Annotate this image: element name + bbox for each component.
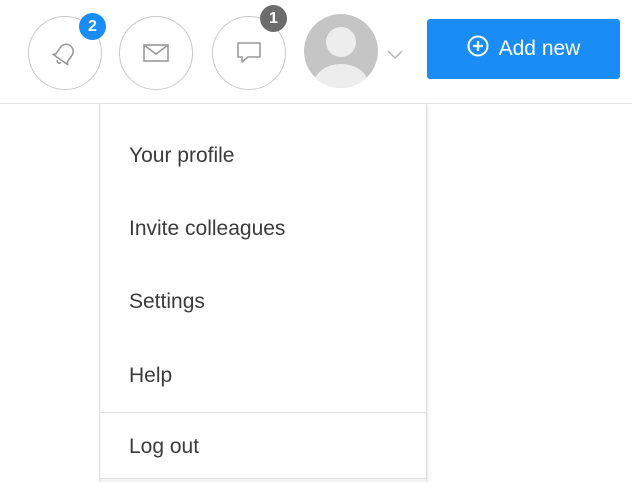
notifications-button[interactable]: 2 (28, 13, 106, 90)
profile-dropdown-menu: Your profile Invite colleagues Settings … (99, 104, 427, 482)
menu-item-label: Invite colleagues (129, 217, 286, 240)
chevron-down-icon (387, 47, 403, 65)
chat-button[interactable]: 1 (212, 5, 287, 90)
menu-bottom-edge (100, 478, 426, 482)
menu-item-help[interactable]: Help (100, 346, 426, 406)
menu-item-log-out[interactable]: Log out (100, 417, 426, 477)
envelope-icon (143, 43, 169, 63)
plus-circle-icon (467, 35, 489, 63)
menu-item-label: Your profile (129, 144, 235, 167)
top-header: 2 1 Add new (0, 0, 632, 104)
menu-item-settings[interactable]: Settings (100, 272, 426, 332)
bell-icon (50, 38, 80, 68)
add-new-label: Add new (498, 37, 581, 60)
profile-menu-toggle[interactable] (304, 14, 412, 88)
messages-button[interactable] (119, 16, 193, 90)
notifications-count-badge: 2 (79, 13, 106, 40)
menu-item-your-profile[interactable]: Your profile (100, 126, 426, 186)
user-avatar-icon (304, 14, 378, 88)
menu-item-label: Log out (129, 435, 200, 458)
chat-bubble-icon (236, 41, 262, 65)
menu-item-label: Settings (129, 290, 205, 313)
chat-count-badge: 1 (260, 5, 287, 32)
menu-item-invite-colleagues[interactable]: Invite colleagues (100, 199, 426, 259)
menu-divider (100, 412, 426, 413)
add-new-button[interactable]: Add new (427, 19, 620, 79)
menu-item-label: Help (129, 364, 173, 387)
